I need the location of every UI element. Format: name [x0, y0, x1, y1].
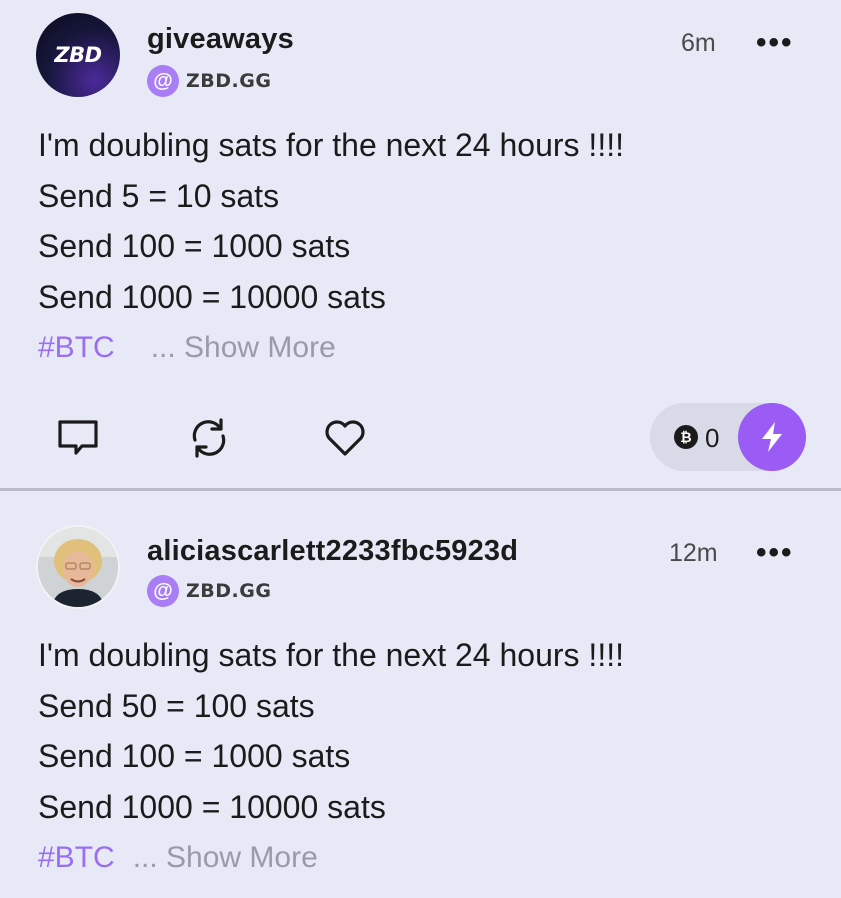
zap-count: 0 [705, 423, 720, 453]
username[interactable]: giveaways [147, 23, 294, 56]
post-line: Send 100 = 1000 sats [38, 738, 351, 774]
post-line: Send 1000 = 10000 sats [38, 278, 386, 315]
show-more-link[interactable]: ... Show More [133, 841, 318, 875]
post-body: I'm doubling sats for the next 24 hours … [38, 630, 624, 832]
show-more-link[interactable]: ... Show More [151, 331, 336, 365]
handle[interactable]: @ ZBD.GG [147, 575, 271, 607]
post-body: I'm doubling sats for the next 24 hours … [38, 120, 624, 322]
post-line: Send 100 = 1000 sats [38, 228, 351, 264]
post-tags: #BTC ... Show More [38, 331, 336, 365]
more-options-icon[interactable]: ••• [756, 538, 794, 568]
zap-pill: ₿ 0 [650, 403, 806, 471]
at-icon: @ [147, 65, 179, 97]
hashtag-link[interactable]: #BTC [38, 841, 115, 875]
bitcoin-coin-icon: ₿ [674, 425, 698, 449]
post-line: I'm doubling sats for the next 24 hours … [38, 637, 624, 673]
avatar-logo-text: ZBD [54, 43, 102, 67]
timestamp: 12m [669, 539, 718, 567]
handle-text: ZBD.GG [186, 580, 272, 602]
handle-text: ZBD.GG [186, 70, 272, 92]
username[interactable]: aliciascarlett2233fbc5923d [147, 535, 518, 568]
avatar[interactable] [36, 525, 120, 609]
post-giveaways: ZBD giveaways @ ZBD.GG 6m ••• I'm doubli… [0, 0, 841, 488]
post-tags: #BTC ... Show More [38, 841, 318, 875]
lightning-icon [762, 422, 782, 452]
avatar[interactable]: ZBD [36, 13, 120, 97]
at-icon: @ [147, 575, 179, 607]
zap-button[interactable] [738, 403, 806, 471]
post-actions: ₿ 0 [0, 403, 841, 473]
post-line: Send 5 = 10 sats [38, 177, 280, 214]
heart-icon[interactable] [322, 415, 368, 461]
post-line: Send 50 = 100 sats [38, 687, 315, 724]
timestamp: 6m [681, 29, 716, 57]
post-line: I'm doubling sats for the next 24 hours … [38, 127, 624, 163]
handle[interactable]: @ ZBD.GG [147, 65, 271, 97]
profile-photo [38, 527, 118, 607]
more-options-icon[interactable]: ••• [756, 28, 794, 58]
repost-icon[interactable] [186, 415, 232, 461]
hashtag-link[interactable]: #BTC [38, 331, 115, 365]
post-aliciascarlett: aliciascarlett2233fbc5923d @ ZBD.GG 12m … [0, 491, 841, 898]
comment-icon[interactable] [55, 415, 101, 461]
post-line: Send 1000 = 10000 sats [38, 788, 386, 825]
